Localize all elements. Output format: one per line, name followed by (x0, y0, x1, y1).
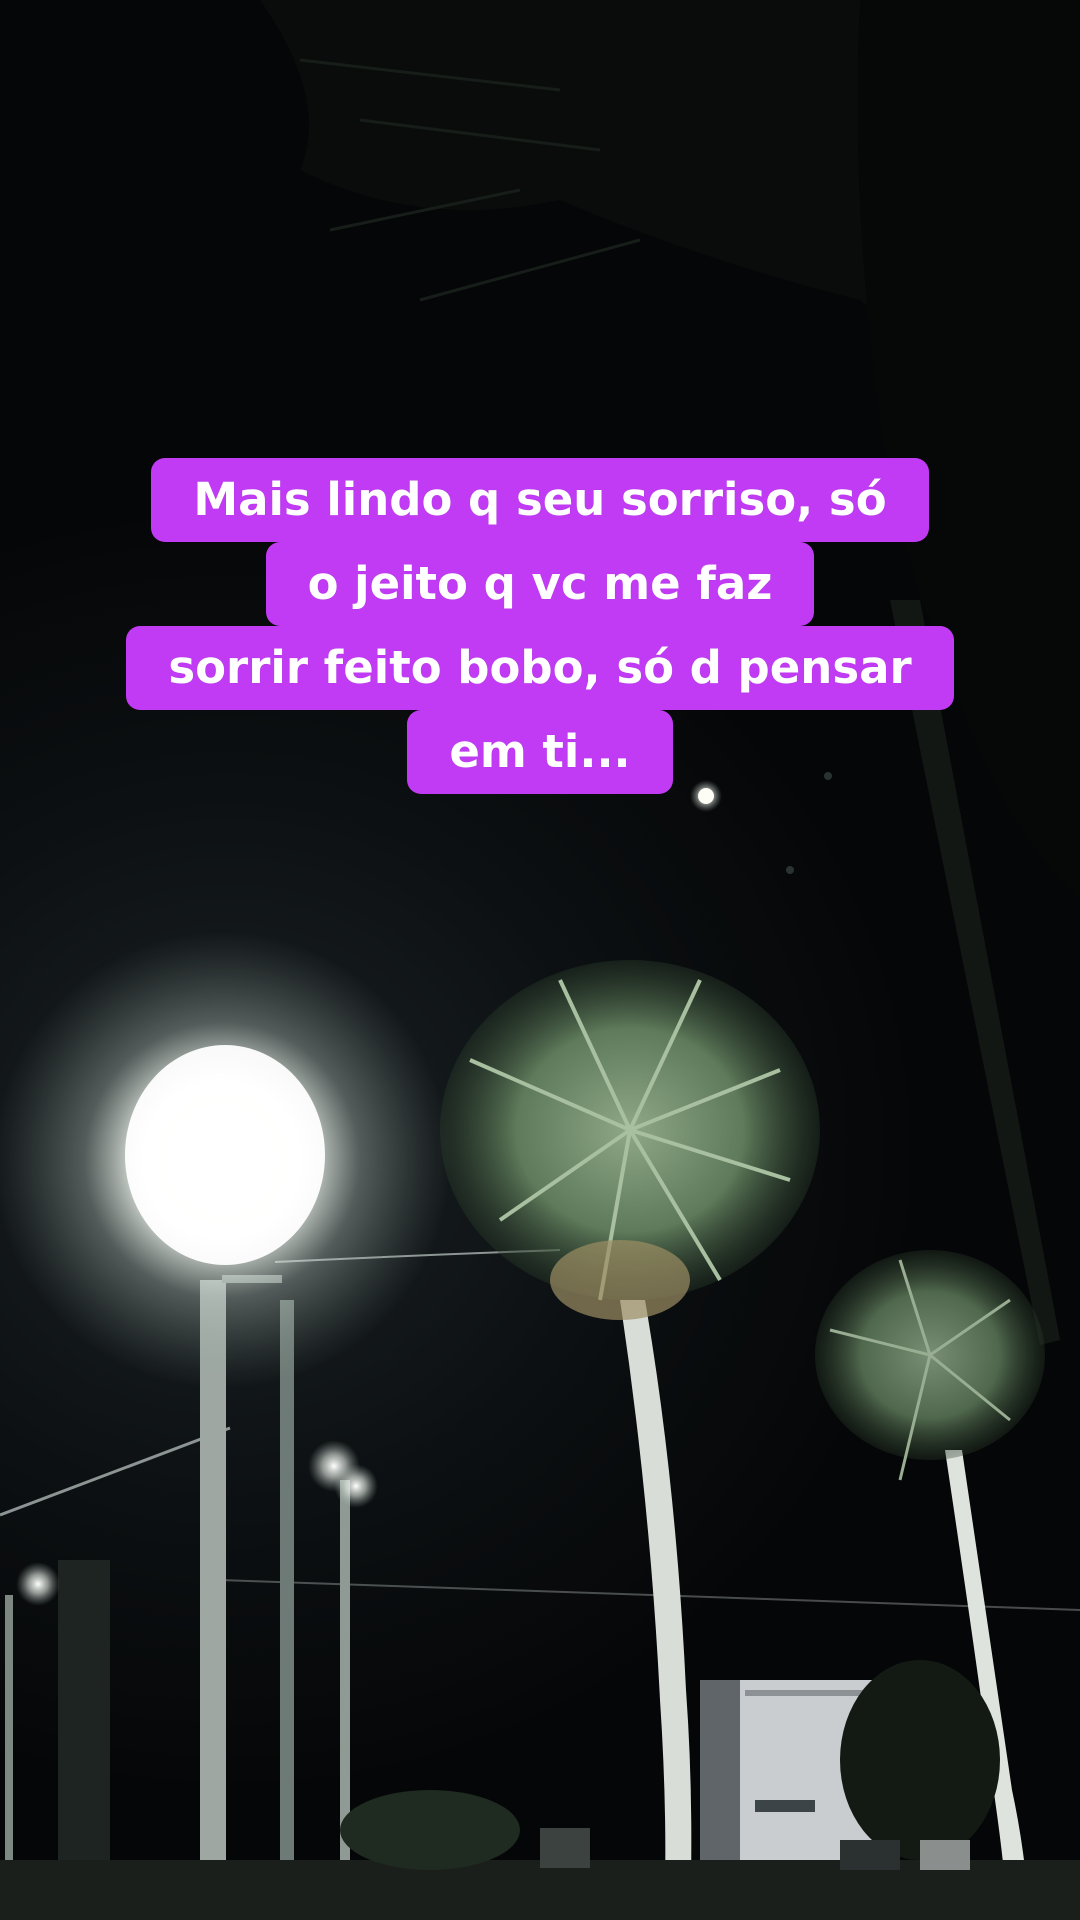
caption-line-3: sorrir feito bobo, só d pensar (126, 626, 954, 710)
caption-line-4: em ti... (407, 710, 673, 794)
caption-overlay: Mais lindo q seu sorriso, só o jeito q v… (0, 458, 1080, 794)
lamp-pole-small (340, 1480, 350, 1920)
caption-line-2: o jeito q vc me faz (265, 542, 815, 626)
scene-illustration (0, 0, 1080, 1920)
night-scene-photo (0, 0, 1080, 1920)
caption-line-1: Mais lindo q seu sorriso, só (151, 458, 929, 542)
ground (0, 1860, 1080, 1920)
